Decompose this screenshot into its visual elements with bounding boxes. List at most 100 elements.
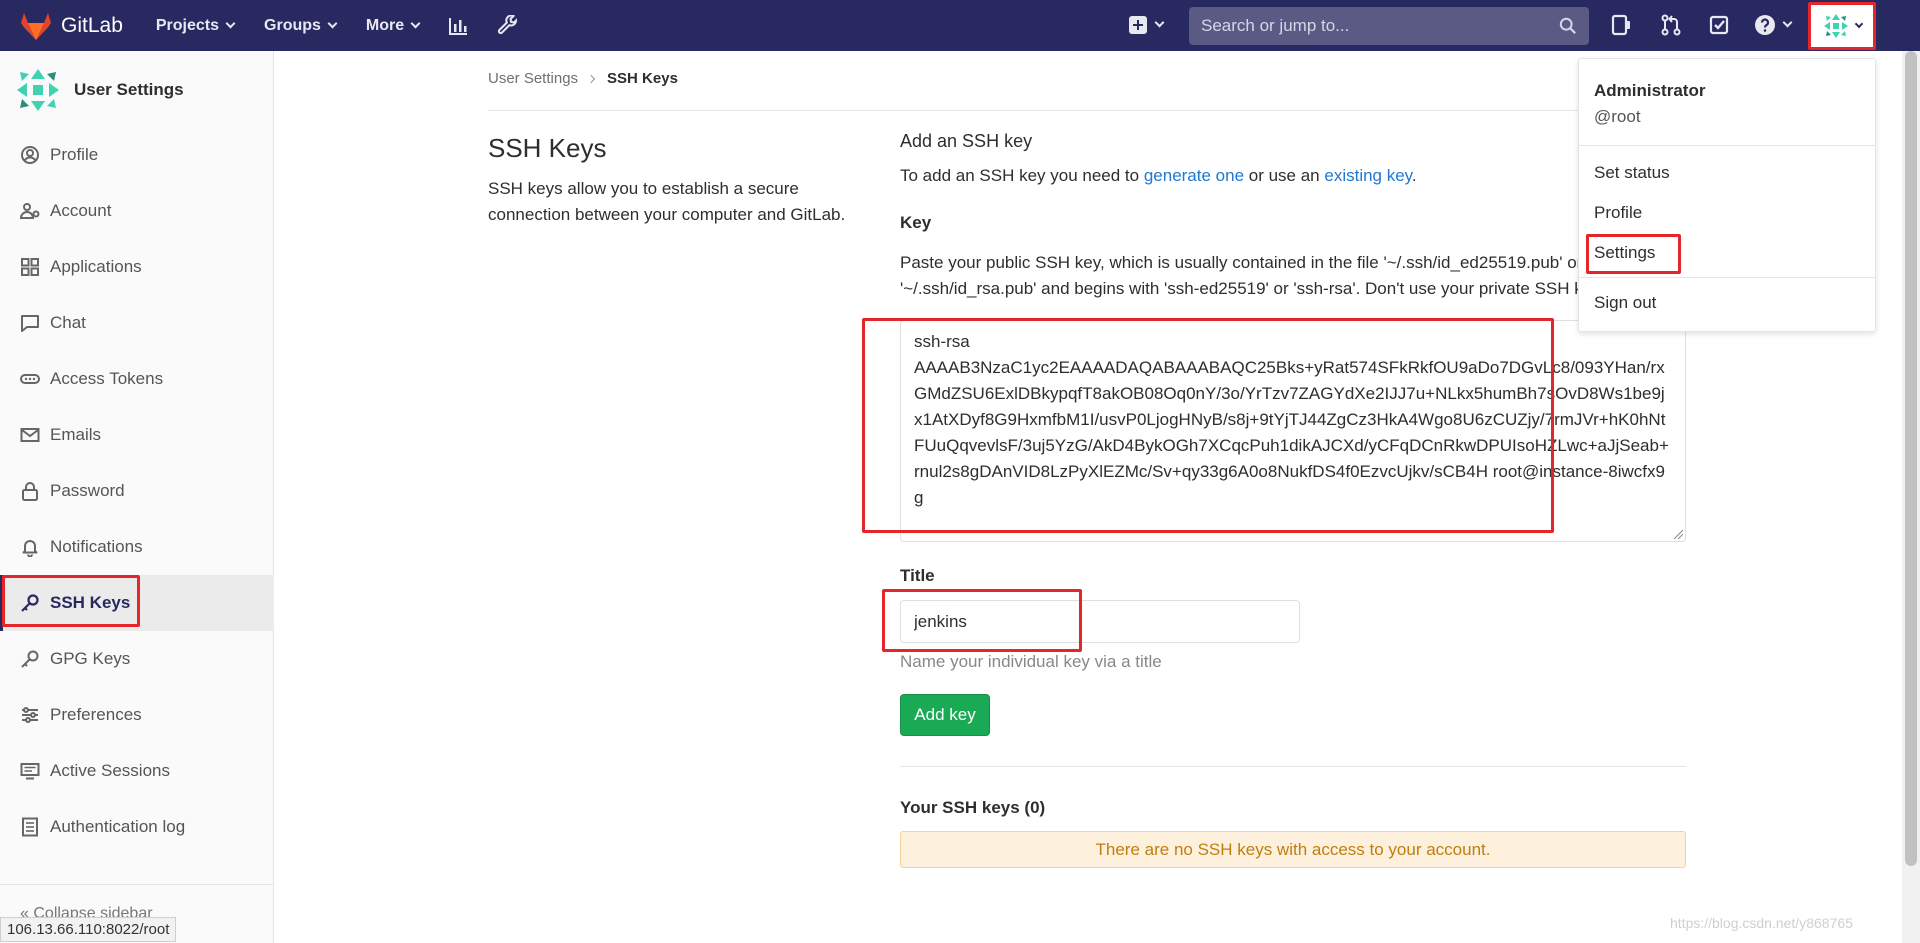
top-navbar: GitLab Projects Groups More	[0, 0, 1920, 51]
sidebar-item-label: Password	[50, 481, 125, 500]
sidebar-item-label: Notifications	[50, 537, 143, 556]
sidebar-item-notifications[interactable]: Notifications	[0, 519, 274, 575]
breadcrumb: User Settings SSH Keys	[488, 70, 678, 87]
sidebar-item-label: Applications	[50, 257, 142, 276]
profile-icon	[21, 146, 39, 164]
generate-one-link[interactable]: generate one	[1144, 166, 1244, 185]
sidebar-item-label: Active Sessions	[50, 761, 170, 780]
page-title: SSH Keys	[488, 133, 607, 163]
sidebar-item-chat[interactable]: Chat	[0, 295, 274, 351]
wrench-icon	[498, 14, 518, 34]
new-item-dropdown[interactable]	[1128, 15, 1165, 35]
intro-text: To add an SSH key you need to	[900, 166, 1144, 185]
sidebar-item-label: Authentication log	[50, 817, 186, 836]
add-key-button[interactable]: Add key	[900, 694, 990, 736]
search-box[interactable]	[1189, 7, 1589, 45]
title-label: Title	[900, 566, 935, 585]
search-input[interactable]	[1201, 16, 1559, 36]
gitlab-logo[interactable]: GitLab	[20, 11, 123, 41]
menu-item-set-status[interactable]: Set status	[1594, 163, 1670, 183]
title-help-text: Name your individual key via a title	[900, 652, 1162, 671]
help-dropdown[interactable]	[1754, 14, 1793, 36]
applications-icon	[21, 258, 39, 276]
divider	[900, 766, 1686, 767]
key-label: Key	[900, 213, 932, 232]
projects-menu[interactable]: Projects	[156, 17, 236, 35]
key-help-text: Paste your public SSH key, which is usua…	[900, 250, 1685, 302]
sidebar-header[interactable]: User Settings	[0, 51, 273, 129]
add-ssh-key-heading: Add an SSH key	[900, 131, 1033, 151]
your-ssh-keys-heading: Your SSH keys (0)	[900, 798, 1046, 817]
sidebar-item-authentication-log[interactable]: Authentication log	[0, 799, 274, 855]
divider	[1579, 277, 1875, 278]
chevron-down-icon	[1782, 17, 1793, 28]
user-dropdown-menu: Administrator @root Set status Profile S…	[1578, 58, 1876, 332]
sidebar-item-gpg-keys[interactable]: GPG Keys	[0, 631, 274, 687]
user-handle: @root	[1594, 107, 1641, 126]
sidebar-item-ssh-keys[interactable]: SSH Keys	[0, 575, 274, 631]
issues-icon	[1611, 14, 1630, 36]
add-ssh-key-intro: To add an SSH key you need to generate o…	[900, 166, 1417, 186]
breadcrumb-ssh-keys[interactable]: SSH Keys	[607, 70, 678, 87]
key-icon	[21, 650, 39, 668]
sidebar-item-label: Preferences	[50, 705, 142, 724]
divider	[488, 110, 1686, 111]
todos-button[interactable]	[1708, 14, 1730, 41]
sidebar-item-account[interactable]: Account	[0, 183, 274, 239]
search-icon	[1559, 17, 1576, 34]
status-bar-url: 106.13.66.110:8022/root	[0, 917, 177, 942]
sidebar-item-label: SSH Keys	[50, 593, 131, 612]
monitor-icon	[20, 763, 40, 780]
sidebar-item-preferences[interactable]: Preferences	[0, 687, 274, 743]
intro-text: .	[1411, 166, 1417, 185]
title-input[interactable]	[900, 600, 1300, 643]
avatar	[17, 69, 59, 111]
sidebar-item-label: Profile	[50, 145, 99, 164]
groups-menu[interactable]: Groups	[264, 16, 338, 35]
menu-item-settings[interactable]: Settings	[1594, 243, 1655, 263]
access-tokens-icon	[20, 374, 40, 384]
todo-check-icon	[1709, 15, 1729, 35]
chevron-down-icon	[1154, 17, 1165, 28]
user-name: Administrator	[1594, 81, 1706, 100]
sidebar-item-emails[interactable]: Emails	[0, 407, 274, 463]
groups-label: Groups	[264, 16, 321, 34]
sidebar-item-access-tokens[interactable]: Access Tokens	[0, 351, 274, 407]
account-icon	[20, 203, 40, 219]
resize-handle-icon[interactable]	[1672, 528, 1684, 540]
sidebar-item-profile[interactable]: Profile	[0, 127, 274, 183]
more-label: More	[365, 16, 405, 34]
merge-requests-button[interactable]	[1660, 14, 1682, 41]
sidebar-item-password[interactable]: Password	[0, 463, 274, 519]
sidebar-item-applications[interactable]: Applications	[0, 239, 274, 295]
more-menu[interactable]: More	[365, 16, 421, 35]
admin-area-button[interactable]	[497, 14, 519, 37]
watermark: https://blog.csdn.net/y868765	[1670, 915, 1853, 931]
existing-key-link[interactable]: existing key	[1324, 166, 1412, 185]
no-keys-alert: There are no SSH keys with access to you…	[900, 831, 1686, 868]
key-icon	[21, 594, 39, 612]
issues-button[interactable]	[1610, 14, 1632, 41]
gitlab-fox-icon	[21, 12, 51, 40]
user-avatar-dropdown[interactable]	[1808, 5, 1876, 47]
breadcrumb-user-settings[interactable]: User Settings	[488, 70, 578, 87]
sidebar-item-label: GPG Keys	[50, 649, 131, 668]
menu-item-sign-out[interactable]: Sign out	[1594, 293, 1656, 313]
menu-item-profile[interactable]: Profile	[1594, 203, 1642, 223]
chevron-down-icon	[327, 18, 338, 28]
sidebar-item-label: Emails	[50, 425, 102, 444]
sidebar-item-active-sessions[interactable]: Active Sessions	[0, 743, 274, 799]
bar-chart-icon	[449, 17, 468, 35]
key-help-line: Paste your public SSH key, which is usua…	[900, 253, 1583, 272]
preferences-icon	[22, 707, 38, 723]
scrollbar-thumb[interactable]	[1905, 51, 1917, 866]
key-textarea[interactable]: ssh-rsa AAAAB3NzaC1yc2EAAAADAQABAAABAQC2…	[900, 320, 1686, 542]
lock-icon	[22, 482, 38, 501]
sidebar-item-label: Chat	[50, 313, 86, 332]
activity-chart-button[interactable]	[447, 15, 469, 37]
chevron-right-icon	[586, 74, 596, 83]
email-icon	[20, 428, 40, 442]
chevron-down-icon	[225, 18, 236, 28]
brand-name: GitLab	[61, 13, 123, 37]
merge-request-icon	[1661, 14, 1681, 36]
